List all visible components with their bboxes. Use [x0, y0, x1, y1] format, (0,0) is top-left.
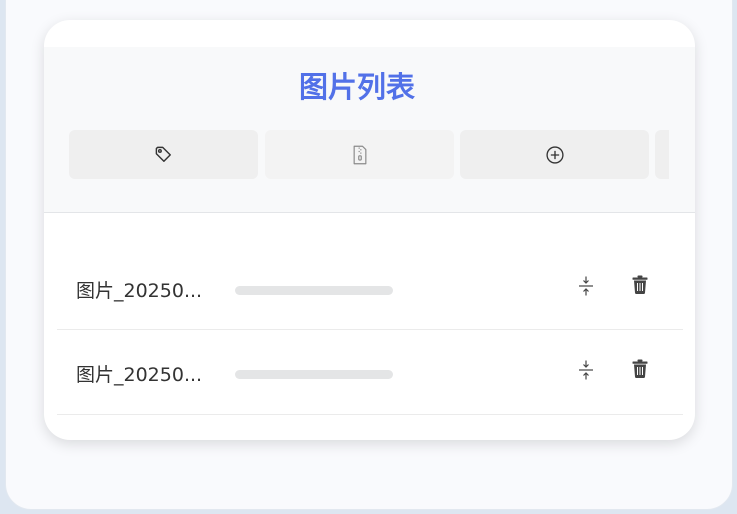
compress-button[interactable] [574, 276, 598, 300]
tag-icon [154, 145, 173, 164]
list-item: 图片_20250... [57, 246, 683, 330]
upload-progress-bar [235, 370, 393, 379]
page-title: 图片列表 [298, 70, 415, 104]
plus-circle-icon [545, 145, 565, 165]
upload-progress-bar [235, 286, 393, 295]
partially-hidden-button[interactable] [655, 130, 669, 179]
zip-file-icon [351, 145, 369, 165]
toolbar [69, 130, 669, 180]
compress-button[interactable] [574, 360, 598, 384]
add-image-button[interactable] [460, 130, 649, 179]
zip-file-button[interactable] [265, 130, 454, 179]
image-list: 图片_20250... 图片_20250... [57, 246, 683, 415]
compress-icon [577, 359, 595, 385]
delete-button[interactable] [628, 358, 652, 382]
image-file-name: 图片_20250... [76, 364, 203, 386]
delete-button[interactable] [628, 274, 652, 298]
image-list-card: 图片列表 图片_20250... 图片_20250... [44, 20, 695, 440]
trash-icon [632, 359, 648, 382]
tag-button[interactable] [69, 130, 258, 179]
card-header: 图片列表 [44, 47, 695, 213]
compress-icon [577, 275, 595, 301]
image-file-name: 图片_20250... [76, 280, 203, 302]
trash-icon [632, 275, 648, 298]
list-item: 图片_20250... [57, 330, 683, 415]
